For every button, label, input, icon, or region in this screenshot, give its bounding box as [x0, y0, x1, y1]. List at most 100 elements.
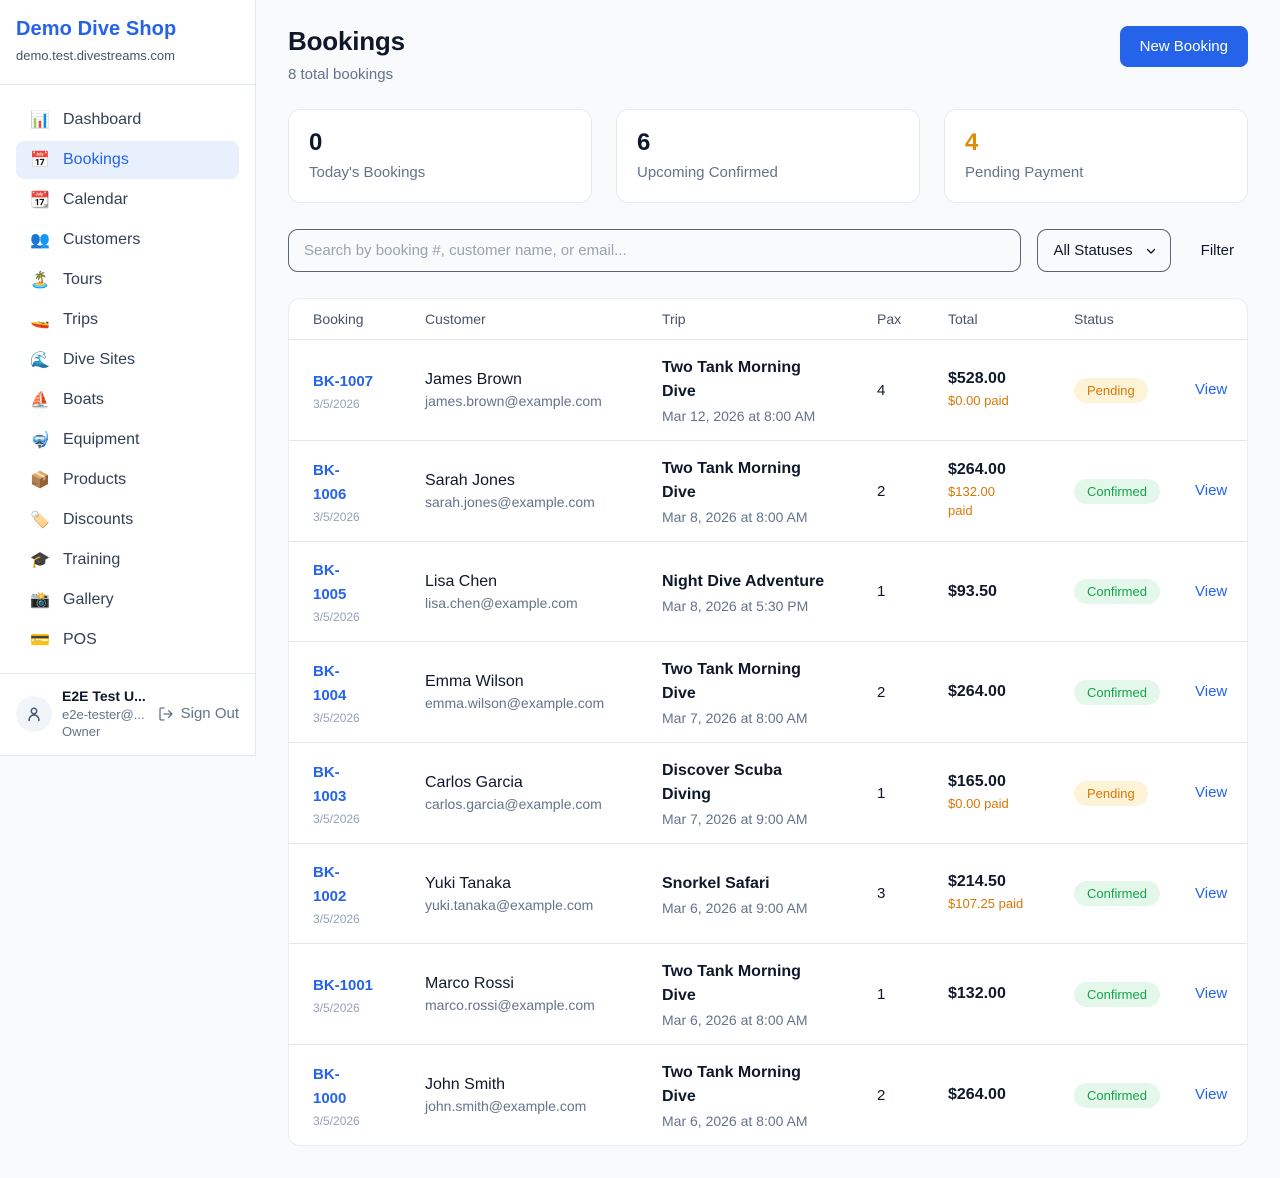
sidebar-item[interactable]: 🤿 Equipment — [16, 421, 239, 459]
sidebar-item-label: Customers — [63, 231, 140, 249]
credit-card-icon: 💳 — [30, 630, 50, 650]
column-header-pax: Pax — [877, 311, 948, 327]
booking-cell: BK- 1003 3/5/2026 — [313, 761, 425, 826]
customer-email: john.smith@example.com — [425, 1098, 662, 1114]
sidebar-item[interactable]: 📆 Calendar — [16, 181, 239, 219]
customer-email: marco.rossi@example.com — [425, 997, 662, 1013]
status-cell: Confirmed — [1074, 579, 1195, 604]
total-cell: $528.00 $0.00 paid — [948, 370, 1074, 411]
booking-date: 3/5/2026 — [313, 711, 425, 725]
status-cell: Confirmed — [1074, 982, 1195, 1007]
total-cell: $165.00 $0.00 paid — [948, 773, 1074, 814]
brand-domain: demo.test.divestreams.com — [16, 48, 239, 63]
tag-icon: 🏷️ — [30, 510, 50, 530]
page-subtitle: 8 total bookings — [288, 66, 405, 83]
column-header-trip: Trip — [662, 311, 877, 327]
view-link[interactable]: View — [1195, 683, 1227, 700]
sidebar-item-label: Training — [63, 551, 120, 569]
booking-cell: BK- 1000 3/5/2026 — [313, 1063, 425, 1128]
table-row: BK-1001 3/5/2026 Marco Rossi marco.rossi… — [289, 943, 1247, 1044]
view-link[interactable]: View — [1195, 482, 1227, 499]
trip-name: Two Tank Morning Dive — [662, 356, 834, 404]
total-cell: $214.50 $107.25 paid — [948, 873, 1074, 914]
view-link[interactable]: View — [1195, 985, 1227, 1002]
customer-email: james.brown@example.com — [425, 393, 662, 409]
booking-id-link[interactable]: BK- 1005 — [313, 559, 346, 607]
booking-id-link[interactable]: BK- 1000 — [313, 1063, 346, 1111]
sidebar-item[interactable]: 📦 Products — [16, 461, 239, 499]
page-header: Bookings 8 total bookings New Booking — [288, 26, 1248, 83]
actions-cell: View — [1195, 583, 1227, 601]
status-badge: Confirmed — [1074, 881, 1160, 906]
view-link[interactable]: View — [1195, 784, 1227, 801]
booking-id-link[interactable]: BK- 1003 — [313, 761, 346, 809]
table-row: BK- 1002 3/5/2026 Yuki Tanaka yuki.tanak… — [289, 843, 1247, 943]
sidebar-item[interactable]: 🎓 Training — [16, 541, 239, 579]
paid-amount: $132.00 paid — [948, 483, 1074, 521]
pax-cell: 3 — [877, 885, 948, 902]
avatar — [16, 696, 52, 732]
customer-email: lisa.chen@example.com — [425, 595, 662, 611]
user-info: E2E Test U... e2e-tester@... Owner — [62, 687, 146, 741]
sidebar-item[interactable]: 🌊 Dive Sites — [16, 341, 239, 379]
status-badge: Confirmed — [1074, 680, 1160, 705]
total-cell: $132.00 — [948, 985, 1074, 1003]
booking-id-link[interactable]: BK- 1006 — [313, 459, 346, 507]
view-link[interactable]: View — [1195, 381, 1227, 398]
sidebar-item[interactable]: 📸 Gallery — [16, 581, 239, 619]
view-link[interactable]: View — [1195, 885, 1227, 902]
actions-cell: View — [1195, 784, 1227, 802]
stat-value: 0 — [309, 129, 571, 157]
sidebar-item[interactable]: 📅 Bookings — [16, 141, 239, 179]
trip-cell: Discover Scuba Diving Mar 7, 2026 at 9:0… — [662, 759, 877, 827]
customer-name: Carlos Garcia — [425, 774, 662, 792]
sidebar-item[interactable]: 💳 POS — [16, 621, 239, 659]
status-cell: Confirmed — [1074, 881, 1195, 906]
paid-amount: $107.25 paid — [948, 895, 1074, 914]
search-input[interactable] — [288, 229, 1021, 272]
status-badge: Confirmed — [1074, 579, 1160, 604]
booking-id-link[interactable]: BK- 1002 — [313, 861, 346, 909]
status-badge: Confirmed — [1074, 982, 1160, 1007]
sidebar-item[interactable]: 🏷️ Discounts — [16, 501, 239, 539]
bookings-table: Booking Customer Trip Pax Total Status B… — [288, 298, 1248, 1146]
column-header-status: Status — [1074, 311, 1195, 327]
booking-id-link[interactable]: BK- 1004 — [313, 660, 346, 708]
user-footer: E2E Test U... e2e-tester@... Owner Sign … — [0, 673, 255, 755]
customer-email: sarah.jones@example.com — [425, 494, 662, 510]
booking-id-link[interactable]: BK-1007 — [313, 370, 373, 394]
trip-name: Discover Scuba Diving — [662, 759, 834, 807]
actions-cell: View — [1195, 1086, 1227, 1104]
view-link[interactable]: View — [1195, 1086, 1227, 1103]
sign-out-button[interactable]: Sign Out — [158, 705, 239, 722]
stat-value: 6 — [637, 129, 899, 157]
sidebar-item-label: Dashboard — [63, 111, 141, 129]
status-cell: Confirmed — [1074, 680, 1195, 705]
new-booking-button[interactable]: New Booking — [1120, 26, 1248, 67]
table-header-row: Booking Customer Trip Pax Total Status — [289, 299, 1247, 340]
sidebar-item[interactable]: 🚤 Trips — [16, 301, 239, 339]
sidebar-item-label: Boats — [63, 391, 104, 409]
view-link[interactable]: View — [1195, 583, 1227, 600]
sidebar-item[interactable]: 👥 Customers — [16, 221, 239, 259]
sidebar-item-label: Calendar — [63, 191, 128, 209]
booking-cell: BK-1001 3/5/2026 — [313, 974, 425, 1015]
actions-cell: View — [1195, 482, 1227, 500]
booking-id-link[interactable]: BK-1001 — [313, 974, 373, 998]
trip-name: Two Tank Morning Dive — [662, 457, 834, 505]
sidebar-item[interactable]: 🏝️ Tours — [16, 261, 239, 299]
status-cell: Confirmed — [1074, 1083, 1195, 1108]
sidebar-item[interactable]: ⛵ Boats — [16, 381, 239, 419]
table-row: BK- 1005 3/5/2026 Lisa Chen lisa.chen@ex… — [289, 541, 1247, 641]
paid-amount: $0.00 paid — [948, 392, 1074, 411]
status-filter-select[interactable]: All Statuses — [1037, 229, 1170, 272]
table-row: BK- 1004 3/5/2026 Emma Wilson emma.wilso… — [289, 641, 1247, 742]
booking-cell: BK- 1004 3/5/2026 — [313, 660, 425, 725]
filter-button[interactable]: Filter — [1187, 234, 1248, 267]
trip-datetime: Mar 12, 2026 at 8:00 AM — [662, 408, 877, 424]
total-cell: $264.00 — [948, 683, 1074, 701]
status-badge: Confirmed — [1074, 479, 1160, 504]
column-header-total: Total — [948, 311, 1074, 327]
sidebar-item[interactable]: 📊 Dashboard — [16, 101, 239, 139]
booking-date: 3/5/2026 — [313, 812, 425, 826]
